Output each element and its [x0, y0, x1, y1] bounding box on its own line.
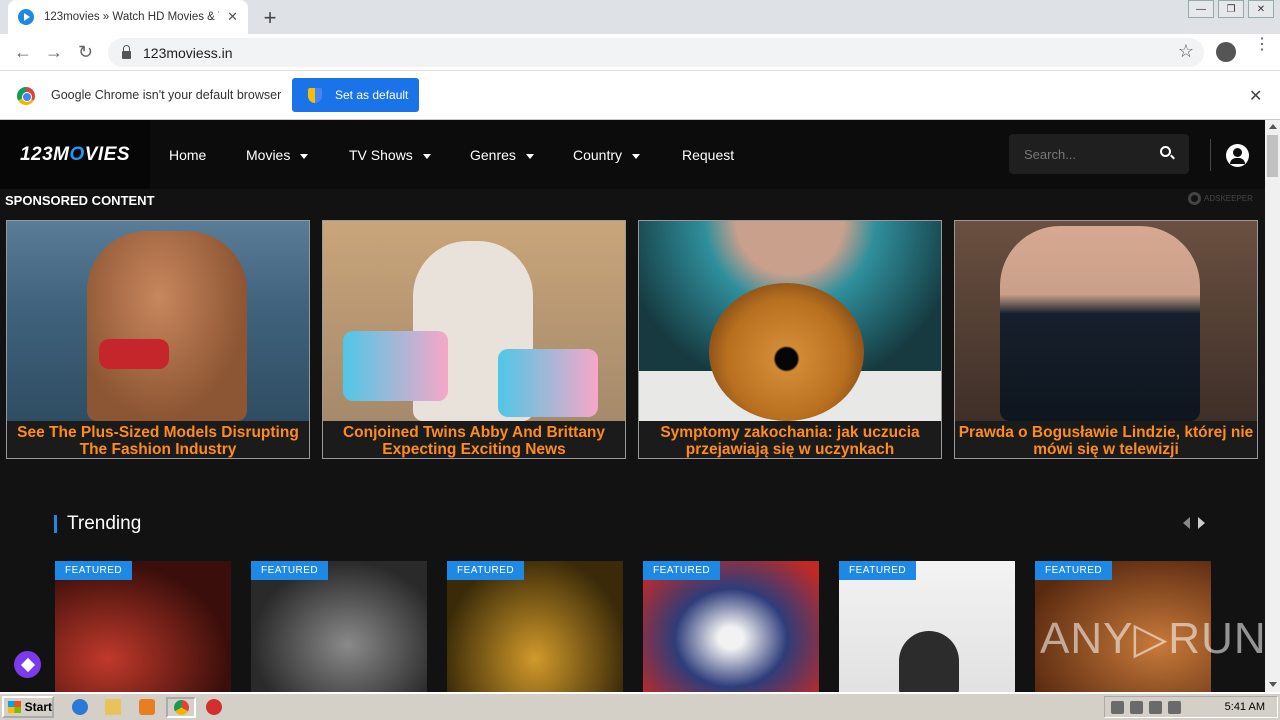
windows-taskbar: Start 5:41 AM — [0, 692, 1280, 720]
minimize-button[interactable]: — — [1188, 0, 1214, 18]
clock[interactable]: 5:41 AM — [1225, 701, 1265, 713]
header-divider — [1210, 139, 1211, 171]
page-scrollbar[interactable] — [1265, 120, 1280, 692]
network-icon[interactable] — [1149, 700, 1162, 714]
chevron-down-icon — [632, 153, 641, 159]
site-logo[interactable]: 123MOVIES — [0, 120, 150, 189]
carousel-arrows — [1183, 517, 1205, 529]
page-content: 123MOVIES Home Movies TV Shows Genres Co… — [0, 120, 1265, 692]
chrome-icon — [174, 700, 189, 715]
ad-caption[interactable]: Prawda o Bogusławie Lindzie, której nie … — [955, 422, 1257, 458]
movie-card[interactable]: FEATURED — [251, 561, 427, 692]
browser-toolbar: ← → ↻ 123moviess.in ☆ ⋮ — [0, 34, 1280, 71]
site-header: 123MOVIES Home Movies TV Shows Genres Co… — [0, 120, 1265, 189]
scroll-down-icon[interactable] — [1269, 682, 1277, 687]
browser-menu-icon[interactable]: ⋮ — [1254, 37, 1270, 53]
back-button[interactable]: ← — [14, 42, 32, 63]
sponsored-ad[interactable]: Prawda o Bogusławie Lindzie, której nie … — [954, 220, 1258, 459]
ad-caption[interactable]: Conjoined Twins Abby And Brittany Expect… — [323, 422, 625, 458]
reload-button[interactable]: ↻ — [78, 42, 93, 63]
profile-icon[interactable] — [1216, 42, 1236, 62]
featured-badge: FEATURED — [643, 561, 721, 580]
nav-tv-shows[interactable]: TV Shows — [349, 147, 431, 163]
folder-icon[interactable] — [105, 699, 121, 715]
movie-card[interactable]: FEATURED — [839, 561, 1015, 692]
close-window-button[interactable]: ✕ — [1248, 0, 1274, 18]
user-account-icon[interactable] — [1226, 144, 1249, 167]
scroll-thumb[interactable] — [1267, 135, 1278, 177]
chrome-logo-icon — [17, 87, 35, 105]
movie-card[interactable]: FEATURED — [55, 561, 231, 692]
start-button[interactable]: Start — [2, 696, 54, 718]
movie-card[interactable]: FEATURED — [447, 561, 623, 692]
ad-image — [639, 221, 941, 421]
chrome-taskbar-button[interactable] — [166, 697, 196, 718]
ad-image — [323, 221, 625, 421]
ad-caption[interactable]: See The Plus-Sized Models Disrupting The… — [7, 422, 309, 458]
volume-icon[interactable] — [1130, 700, 1143, 714]
featured-badge: FEATURED — [839, 561, 917, 580]
featured-badge: FEATURED — [55, 561, 133, 580]
adskeeper-icon — [1188, 192, 1201, 205]
chevron-down-icon — [422, 153, 431, 159]
sponsored-ad[interactable]: Conjoined Twins Abby And Brittany Expect… — [322, 220, 626, 459]
site-favicon-icon — [18, 9, 34, 25]
adskeeper-logo[interactable]: ADSKEEPER — [1188, 192, 1253, 205]
arrow-left-icon[interactable] — [1183, 517, 1190, 529]
scroll-up-icon[interactable] — [1269, 124, 1277, 129]
infobar-message: Google Chrome isn't your default browser — [51, 88, 282, 102]
opera-icon[interactable] — [206, 699, 222, 715]
arrow-right-icon[interactable] — [1198, 517, 1205, 529]
bookmark-star-icon[interactable]: ☆ — [1178, 41, 1194, 62]
browser-tab[interactable]: 123movies » Watch HD Movies & TV ✕ — [8, 0, 248, 34]
nav-movies[interactable]: Movies — [246, 147, 309, 163]
window-controls: — ❐ ✕ — [1184, 0, 1274, 18]
start-label: Start — [24, 700, 52, 714]
search-input[interactable] — [1024, 146, 1154, 162]
tab-title: 123movies » Watch HD Movies & TV — [44, 11, 219, 23]
tab-close-icon[interactable]: ✕ — [227, 9, 238, 25]
featured-badge: FEATURED — [1035, 561, 1113, 580]
ad-caption[interactable]: Symptomy zakochania: jak uczucia przejaw… — [639, 422, 941, 458]
shield-icon — [308, 87, 322, 103]
lock-icon — [122, 44, 131, 59]
nav-home[interactable]: Home — [169, 147, 206, 163]
nav-genres[interactable]: Genres — [470, 147, 534, 163]
tray-expand-icon[interactable] — [1111, 700, 1124, 714]
tab-strip: 123movies » Watch HD Movies & TV ✕ + — ❐… — [0, 0, 1280, 34]
sponsored-heading: SPONSORED CONTENT — [5, 193, 155, 208]
featured-badge: FEATURED — [447, 561, 525, 580]
chevron-down-icon — [300, 153, 309, 159]
search-box — [1009, 134, 1189, 174]
anyrun-watermark: ANY▷RUN — [1040, 614, 1265, 663]
forward-button[interactable]: → — [45, 42, 63, 63]
nav-request[interactable]: Request — [682, 147, 734, 163]
ad-image — [7, 221, 309, 421]
nav-country[interactable]: Country — [573, 147, 641, 163]
windows-logo-icon — [8, 701, 21, 713]
ad-image — [955, 221, 1257, 421]
set-default-label: Set as default — [335, 88, 409, 102]
internet-explorer-icon[interactable] — [72, 699, 88, 715]
address-bar[interactable]: 123moviess.in ☆ — [108, 38, 1204, 67]
section-accent-bar — [54, 515, 57, 533]
url-text[interactable]: 123moviess.in — [143, 45, 233, 61]
flag-icon[interactable] — [1168, 700, 1181, 714]
sponsored-ad[interactable]: See The Plus-Sized Models Disrupting The… — [6, 220, 310, 459]
infobar-close-icon[interactable]: ✕ — [1249, 86, 1262, 106]
chevron-down-icon — [525, 153, 534, 159]
featured-badge: FEATURED — [251, 561, 329, 580]
trending-heading: Trending — [67, 513, 142, 534]
search-icon[interactable] — [1160, 146, 1171, 157]
diamond-icon — [20, 657, 35, 672]
system-tray: 5:41 AM — [1104, 696, 1278, 718]
movie-card[interactable]: FEATURED — [643, 561, 819, 692]
new-tab-button[interactable]: + — [259, 5, 281, 31]
floating-action-button[interactable] — [14, 651, 41, 678]
media-player-icon[interactable] — [139, 699, 155, 715]
restore-button[interactable]: ❐ — [1218, 0, 1244, 18]
set-default-button[interactable]: Set as default — [292, 78, 419, 112]
sponsored-ad[interactable]: Symptomy zakochania: jak uczucia przejaw… — [638, 220, 942, 459]
